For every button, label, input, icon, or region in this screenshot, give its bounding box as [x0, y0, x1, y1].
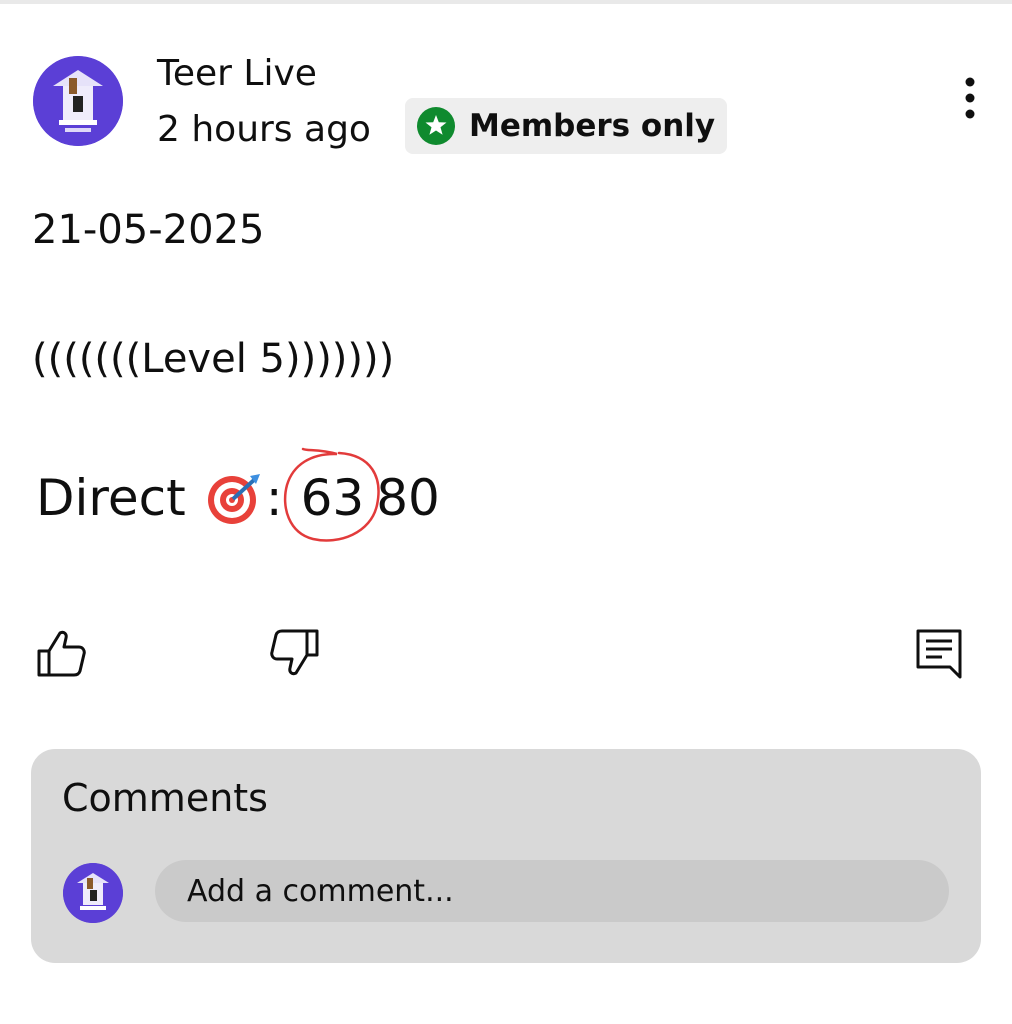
direct-label: Direct — [36, 469, 186, 527]
post-timestamp[interactable]: 2 hours ago — [157, 108, 371, 152]
direct-hit-target-icon — [207, 474, 260, 524]
members-only-badge: Members only — [405, 98, 727, 154]
direct-number-circled: 63 — [283, 447, 380, 542]
channel-name[interactable]: Teer Live — [157, 52, 317, 96]
more-vertical-icon — [965, 77, 975, 119]
user-logo-icon — [63, 863, 123, 923]
post-level-text: (((((((Level 5))))))) — [32, 336, 395, 382]
thumbs-down-icon — [270, 629, 319, 676]
add-comment-input[interactable]: Add a comment... — [155, 860, 949, 922]
comments-panel[interactable]: Comments Add a comment... — [31, 749, 981, 963]
dislike-button[interactable] — [267, 625, 323, 681]
star-badge-icon — [417, 107, 455, 145]
more-options-button[interactable] — [952, 74, 988, 122]
members-only-label: Members only — [469, 108, 716, 144]
comment-icon — [916, 629, 962, 679]
second-number-text: 80 — [376, 469, 440, 527]
comment-button[interactable] — [912, 625, 968, 681]
channel-logo-icon — [33, 56, 123, 146]
top-divider — [0, 0, 1012, 4]
comments-title: Comments — [62, 776, 268, 820]
like-button[interactable] — [33, 625, 89, 681]
thumbs-up-icon — [37, 630, 86, 677]
channel-avatar[interactable] — [33, 56, 123, 146]
direct-separator: : — [265, 469, 283, 527]
direct-result-line: Direct : 63 80 — [36, 447, 440, 542]
post-date-text: 21-05-2025 — [32, 207, 265, 253]
user-avatar — [63, 863, 123, 923]
circled-number-text: 63 — [300, 469, 365, 527]
